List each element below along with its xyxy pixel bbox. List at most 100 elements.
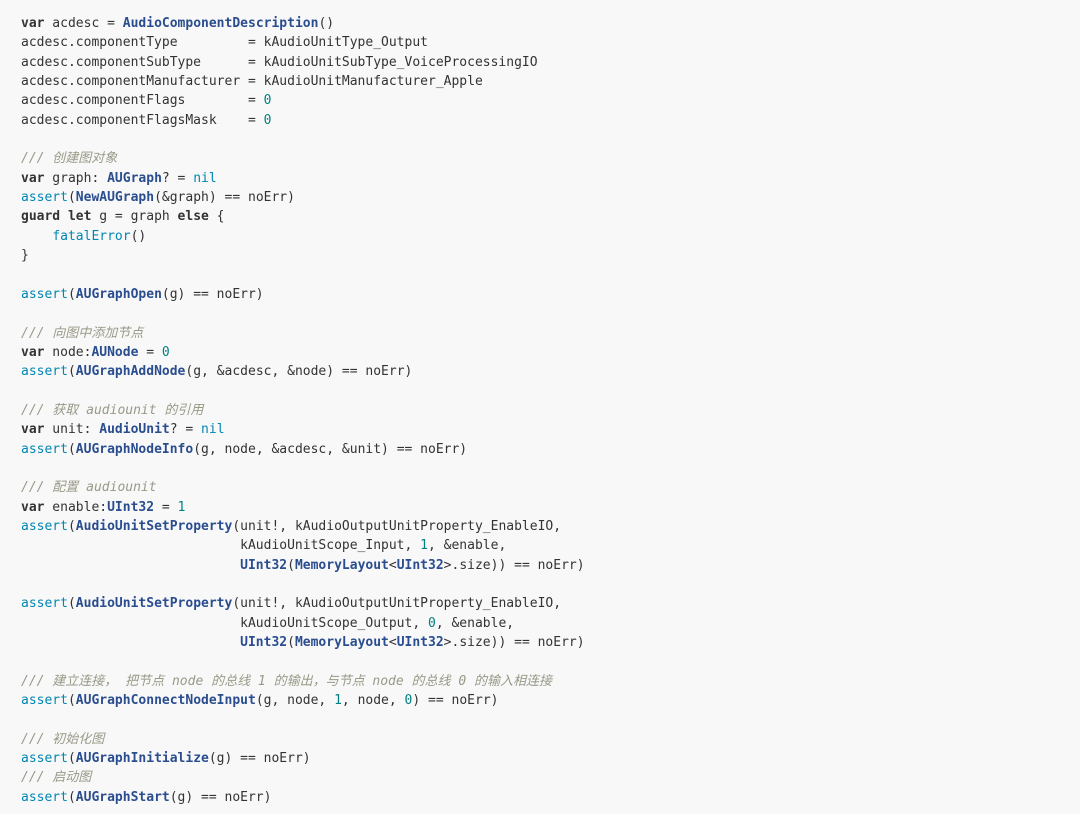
code-line: fatalError() bbox=[21, 227, 1080, 246]
text-token: (g, node, bbox=[255, 693, 335, 709]
number-token: 0 bbox=[263, 112, 272, 128]
type-token: AUGraph bbox=[107, 170, 162, 186]
text-token: acdesc = bbox=[44, 16, 123, 31]
text-token: ( bbox=[67, 751, 76, 767]
keyword-token: var bbox=[21, 422, 45, 438]
text-token: () bbox=[318, 16, 335, 31]
function-token: AUGraphNodeInfo bbox=[75, 441, 194, 457]
text-token: = bbox=[138, 344, 162, 360]
code-comment-line: /// 启动图 bbox=[21, 768, 1080, 787]
text-token: unit: bbox=[44, 422, 100, 438]
builtin-token: assert bbox=[21, 751, 68, 767]
function-token: AudioComponentDescription bbox=[122, 16, 319, 31]
comment-token: /// 向图中添加节点 bbox=[21, 325, 144, 341]
code-line: assert(AudioUnitSetProperty(unit!, kAudi… bbox=[21, 517, 1080, 536]
text-token: kAudioUnitScope_Input, bbox=[21, 538, 421, 554]
code-comment-line: /// 向图中添加节点 bbox=[21, 324, 1080, 343]
function-token: AudioUnitSetProperty bbox=[75, 518, 233, 534]
text-token: { bbox=[208, 209, 225, 225]
code-line: assert(NewAUGraph(&graph) == noErr) bbox=[21, 188, 1080, 207]
text-token: (g) == noErr) bbox=[169, 789, 272, 805]
text-token: (g, node, &acdesc, &unit) == noErr) bbox=[193, 441, 468, 457]
builtin-token: assert bbox=[21, 518, 68, 534]
type-token: UInt32 bbox=[396, 557, 444, 573]
function-token: AUGraphOpen bbox=[75, 286, 162, 302]
text-token: (unit!, kAudioOutputUnitProperty_EnableI… bbox=[232, 596, 562, 612]
builtin-token: assert bbox=[21, 441, 68, 457]
code-line: assert(AUGraphNodeInfo(g, node, &acdesc,… bbox=[21, 440, 1080, 459]
type-token: UInt32 bbox=[107, 499, 155, 515]
code-line: assert(AudioUnitSetProperty(unit!, kAudi… bbox=[21, 594, 1080, 613]
keyword-token: else bbox=[177, 209, 209, 225]
code-line: guard let g = graph else { bbox=[21, 207, 1080, 226]
text-token: ( bbox=[67, 190, 76, 206]
number-token: 1 bbox=[177, 499, 186, 515]
type-token: UInt32 bbox=[240, 557, 288, 573]
text-token: g = graph bbox=[91, 209, 178, 225]
code-line: kAudioUnitScope_Input, 1, &enable, bbox=[21, 536, 1080, 555]
text-token: ? = bbox=[169, 422, 202, 438]
type-token: MemoryLayout bbox=[294, 557, 389, 573]
code-line: var graph: AUGraph? = nil bbox=[21, 169, 1080, 188]
text-token: = bbox=[154, 499, 178, 515]
text-token: ( bbox=[67, 518, 76, 534]
text-token: acdesc.componentManufacturer = kAudioUni… bbox=[21, 74, 483, 90]
type-token: UInt32 bbox=[396, 635, 444, 650]
builtin-token: fatalError bbox=[52, 228, 131, 244]
builtin-token: assert bbox=[21, 286, 68, 302]
text-token: enable: bbox=[44, 499, 108, 515]
function-token: AUGraphStart bbox=[75, 789, 170, 805]
text-token: ( bbox=[67, 364, 76, 380]
text-token: acdesc.componentFlagsMask = bbox=[21, 112, 264, 128]
text-token: (g, &acdesc, &node) == noErr) bbox=[185, 364, 413, 380]
number-token: 1 bbox=[334, 693, 342, 709]
keyword-token: var bbox=[21, 170, 45, 186]
code-comment-line: /// 创建图对象 bbox=[21, 149, 1080, 168]
code-line: var enable:UInt32 = 1 bbox=[21, 498, 1080, 517]
comment-token: /// 建立连接， 把节点 node 的总线 1 的输出，与节点 node 的总… bbox=[21, 673, 553, 689]
type-token: MemoryLayout bbox=[294, 635, 389, 650]
builtin-token: nil bbox=[201, 422, 225, 438]
code-block: var acdesc = AudioComponentDescription()… bbox=[0, 0, 1080, 814]
text-token: node: bbox=[44, 344, 92, 360]
text-token: >.size)) == noErr) bbox=[443, 557, 585, 573]
comment-token: /// 初始化图 bbox=[21, 731, 105, 747]
function-token: AUGraphInitialize bbox=[75, 751, 209, 767]
function-token: AudioUnitSetProperty bbox=[75, 596, 233, 612]
code-line: UInt32(MemoryLayout<UInt32>.size)) == no… bbox=[21, 633, 1080, 652]
code-line: var acdesc = AudioComponentDescription() bbox=[21, 14, 1080, 33]
text-token: graph: bbox=[44, 170, 108, 186]
code-line: acdesc.componentManufacturer = kAudioUni… bbox=[21, 72, 1080, 91]
builtin-token: assert bbox=[21, 364, 68, 380]
text-token: , &enable, bbox=[428, 538, 507, 554]
builtin-token: assert bbox=[21, 693, 68, 709]
text-token: < bbox=[388, 557, 397, 573]
keyword-token: var bbox=[21, 344, 45, 360]
function-token: NewAUGraph bbox=[75, 190, 155, 206]
comment-token: /// 创建图对象 bbox=[21, 151, 118, 167]
text-token: ( bbox=[287, 635, 295, 650]
builtin-token: nil bbox=[193, 170, 217, 186]
number-token: 0 bbox=[161, 344, 170, 360]
text-token: (unit!, kAudioOutputUnitProperty_EnableI… bbox=[232, 518, 562, 534]
text-token: , &enable, bbox=[435, 615, 515, 631]
type-token: AudioUnit bbox=[99, 422, 170, 438]
text-token: () bbox=[130, 228, 147, 244]
number-token: 0 bbox=[428, 615, 436, 631]
code-line: acdesc.componentType = kAudioUnitType_Ou… bbox=[21, 33, 1080, 52]
text-token: acdesc.componentType = kAudioUnitType_Ou… bbox=[21, 35, 428, 51]
text-token: kAudioUnitScope_Output, bbox=[21, 615, 428, 631]
code-line: acdesc.componentFlags = 0 bbox=[21, 91, 1080, 110]
text-token: (&graph) == noErr) bbox=[154, 190, 295, 206]
text-token: (g) == noErr) bbox=[208, 751, 311, 767]
text-token: ( bbox=[67, 789, 76, 805]
code-line: var node:AUNode = 0 bbox=[21, 343, 1080, 362]
